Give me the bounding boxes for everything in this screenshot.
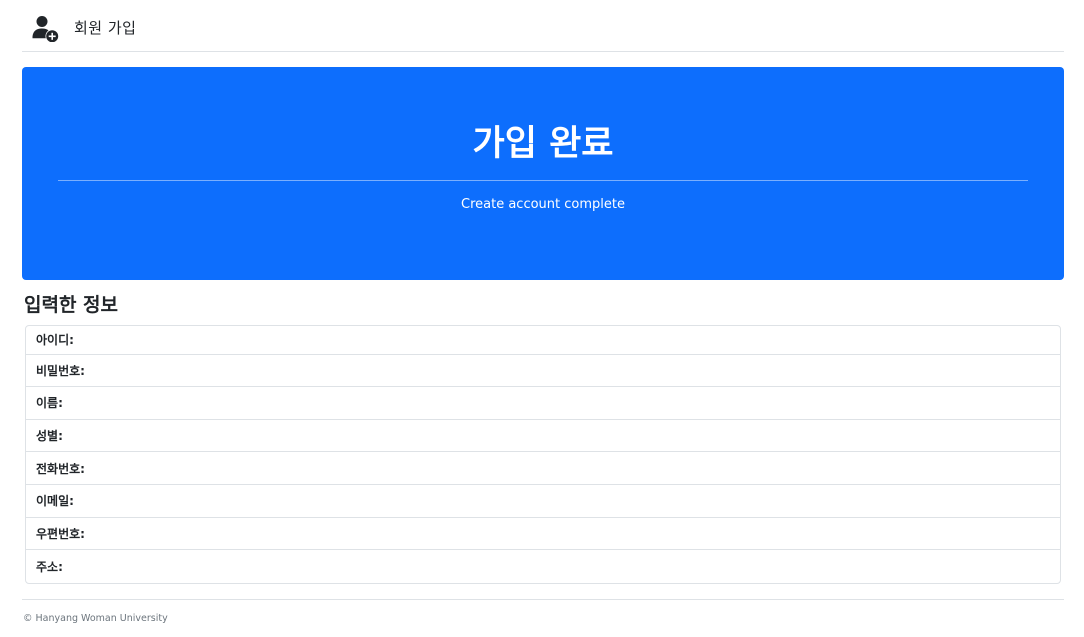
info-section-title: 입력한 정보 [24,294,119,316]
footer-copyright: © Hanyang Woman University [23,613,168,624]
user-plus-icon[interactable] [32,15,59,43]
info-list: 아이디: 비밀번호: 이름: 성별: 전화번호: 이메일: 우편번호: 주소: [25,325,1061,584]
page: 회원 가입 가입 완료 Create account complete 입력한 … [0,0,1084,637]
info-item-id: 아이디: [26,326,1060,355]
info-item-postal-code: 우편번호: [26,518,1060,551]
top-navbar: 회원 가입 [22,0,1064,52]
info-item-name: 이름: [26,387,1060,420]
info-item-phone: 전화번호: [26,452,1060,485]
brand-title[interactable]: 회원 가입 [74,18,136,38]
hero-subtitle: Create account complete [461,197,625,212]
footer: © Hanyang Woman University [22,599,1064,637]
completion-banner: 가입 완료 Create account complete [22,67,1064,280]
info-item-password: 비밀번호: [26,355,1060,388]
hero-divider [58,180,1028,181]
info-item-address: 주소: [36,559,63,574]
info-item-email: 이메일: [26,485,1060,518]
hero-title: 가입 완료 [472,124,614,164]
info-item-gender: 성별: [26,420,1060,453]
